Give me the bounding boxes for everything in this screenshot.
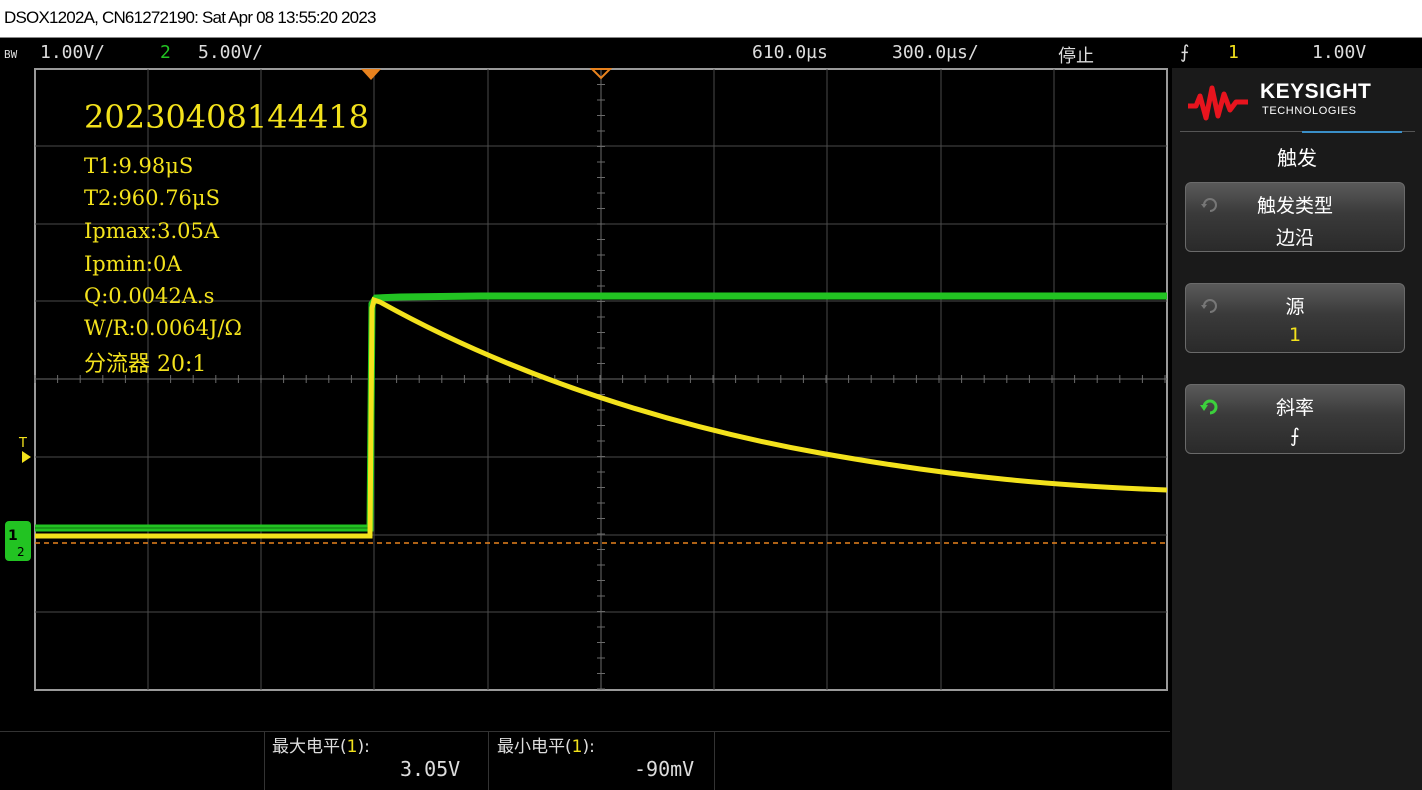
channel-1-scale[interactable]: 1.00V/: [40, 42, 105, 63]
trigger-source-softkey[interactable]: 源 1: [1185, 283, 1405, 353]
measurement-label: 最大电平(: [272, 737, 347, 757]
softkey-value: 边沿: [1275, 227, 1314, 249]
trigger-slope-icon: ⨍: [1180, 42, 1190, 63]
trigger-level-marker-label: T: [18, 436, 27, 451]
channel-2-ground-label: 2: [17, 545, 25, 559]
softkey-panel: KEYSIGHT TECHNOLOGIES 触发 触发类型 边沿 源 1 斜率 …: [1172, 68, 1422, 790]
measurement-label: 最小电平(: [497, 737, 572, 757]
measurement-label: ):: [357, 737, 370, 757]
measurement-area: 最大电平(1): 3.05V 最小电平(1): -90mV: [0, 691, 1170, 790]
brand-name: KEYSIGHT: [1260, 80, 1372, 103]
annotation-line: W/R:0.0064J/Ω: [84, 316, 242, 340]
channel-2-scale[interactable]: 5.00V/: [198, 42, 263, 63]
status-bar: BW 1.00V/ 2 5.00V/ 610.0µs 300.0µs/ 停止 ⨍…: [0, 38, 1422, 68]
time-scale[interactable]: 300.0µs/: [892, 42, 979, 63]
softkey-value: ⨍: [1290, 425, 1300, 447]
measurement-label: ):: [582, 737, 595, 757]
time-delay[interactable]: 610.0µs: [752, 42, 828, 63]
measurement-separator: [488, 731, 489, 790]
annotation-line: Ipmin:0A: [84, 252, 182, 276]
measurement-max-label[interactable]: 最大电平(1):: [272, 732, 370, 757]
measurement-channel: 1: [346, 737, 358, 757]
menu-title: 触发: [1277, 146, 1317, 170]
annotation-line: Q:0.0042A.s: [84, 284, 215, 308]
softkey-value: 1: [1288, 324, 1302, 346]
ground-reference-marker: 1 2: [5, 521, 31, 561]
title-text: DSOX1202A, CN61272190: Sat Apr 08 13:55:…: [4, 8, 376, 27]
annotation-line: T1:9.98μS: [84, 154, 194, 178]
measurement-min-label[interactable]: 最小电平(1):: [497, 732, 595, 757]
channel-2-number[interactable]: 2: [160, 42, 171, 63]
measurement-channel: 1: [571, 737, 583, 757]
bandwidth-limit-indicator: BW: [4, 48, 18, 61]
measurement-separator: [264, 731, 265, 790]
softkey-label: 源: [1285, 296, 1305, 318]
title-bar: DSOX1202A, CN61272190: Sat Apr 08 13:55:…: [0, 0, 1422, 38]
trigger-slope-softkey[interactable]: 斜率 ⨍: [1185, 384, 1405, 454]
run-state[interactable]: 停止: [1058, 42, 1094, 68]
annotation-line: 分流器 20:1: [84, 352, 207, 377]
trigger-level[interactable]: 1.00V: [1312, 42, 1366, 63]
channel-1-ground-label: 1: [8, 528, 18, 544]
annotation-timestamp: 20230408144418: [84, 98, 370, 136]
annotation-line: T2:960.76μS: [84, 186, 220, 210]
trigger-source[interactable]: 1: [1228, 42, 1239, 63]
annotation-line: Ipmax:3.05A: [84, 219, 220, 243]
measurement-separator: [714, 731, 715, 790]
brand-subtitle: TECHNOLOGIES: [1262, 105, 1357, 117]
trigger-type-softkey[interactable]: 触发类型 边沿: [1185, 182, 1405, 252]
softkey-label: 斜率: [1275, 397, 1314, 419]
softkey-label: 触发类型: [1256, 195, 1333, 217]
keysight-logo-icon: [1188, 85, 1248, 121]
measurement-max-value: 3.05V: [400, 757, 461, 781]
logo-accent-line: [1302, 131, 1402, 133]
measurement-min-value: -90mV: [634, 757, 695, 781]
